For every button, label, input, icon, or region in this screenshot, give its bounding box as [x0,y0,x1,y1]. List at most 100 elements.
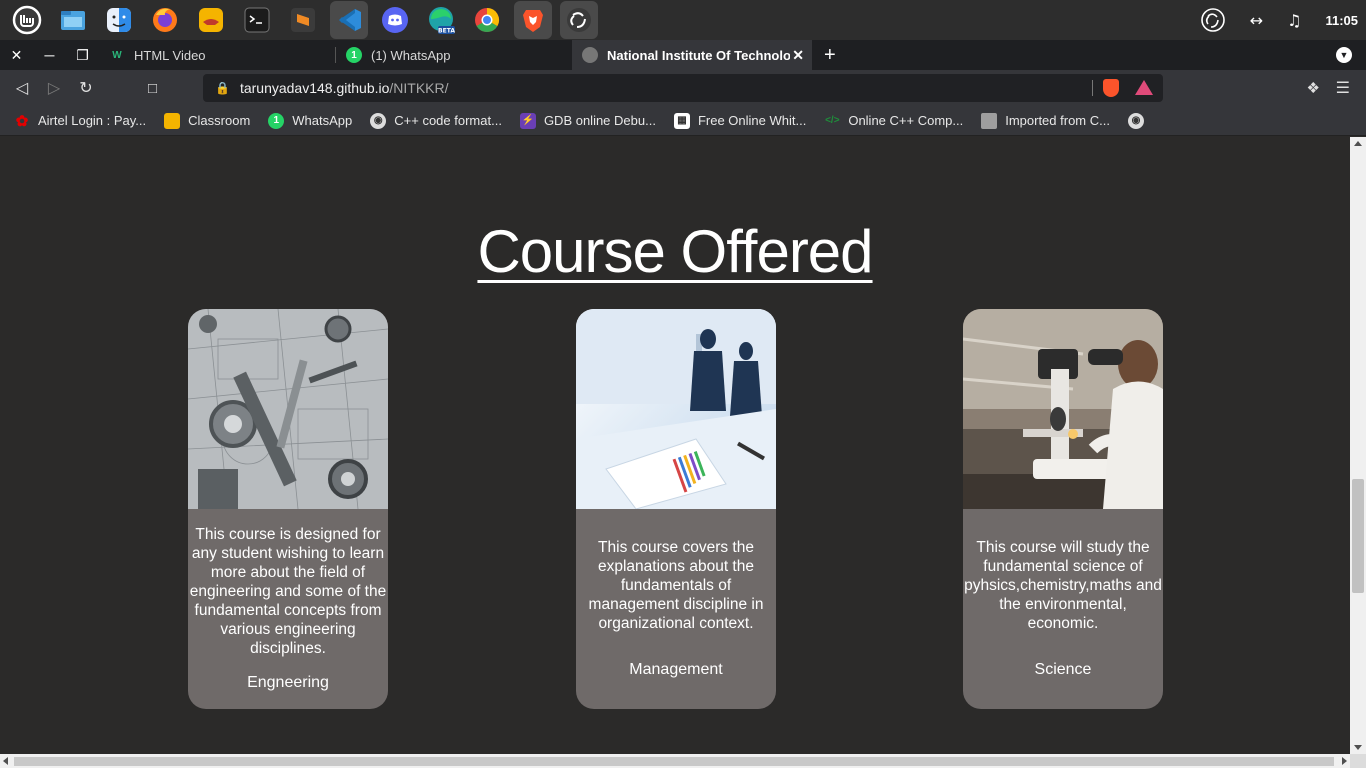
course-card-science[interactable]: This course will study the fundamental s… [963,309,1163,709]
discord-icon [382,7,408,33]
chrome-icon [475,7,500,33]
scroll-left-arrow-icon[interactable] [3,757,8,765]
system-tray: ↔ ♫ 11:05 [1200,0,1366,40]
chrome-launcher[interactable] [468,1,506,39]
course-card-management[interactable]: This course covers the explanations abou… [576,309,776,709]
obs-launcher[interactable] [560,1,598,39]
brave-launcher[interactable] [514,1,552,39]
tab-national-institute[interactable]: National Institute Of Technolo ✕ [572,40,812,70]
horizontal-scrollbar[interactable] [0,754,1350,768]
scrollbar-corner [1350,754,1366,768]
scroll-down-arrow-icon[interactable] [1354,745,1362,750]
finder-launcher[interactable] [100,1,138,39]
folder-icon [981,112,998,129]
reload-button[interactable]: ↻ [70,78,102,98]
tab-title: National Institute Of Technolo [607,47,790,63]
brave-rewards-icon[interactable] [1135,80,1153,95]
files-launcher[interactable] [54,1,92,39]
page-viewport: Course Offered This course is designed f… [0,137,1350,754]
minimize-window-icon[interactable]: ─ [33,47,66,63]
close-tab-icon[interactable]: ✕ [792,47,804,64]
restore-window-icon[interactable]: ❐ [66,47,99,64]
vscode-launcher[interactable] [330,1,368,39]
edge-beta-launcher[interactable]: BETA [422,1,460,39]
course-name: Engneering [247,674,329,691]
bookmark-page-icon[interactable]: □ [148,80,157,97]
bookmark-label: Classroom [188,113,251,128]
bookmark-cpp-formatter[interactable]: ◉ C++ code format... [370,112,502,129]
tab-whatsapp[interactable]: 1 (1) WhatsApp [336,40,572,70]
new-tab-button[interactable]: + [824,44,836,67]
sublime-launcher[interactable] [284,1,322,39]
brave-icon [523,10,543,32]
url-host: tarunyadav148.github.io [239,80,390,96]
globe-icon: ◉ [1127,112,1144,129]
code-icon: </> [825,115,840,126]
omnibox-divider [1092,80,1093,96]
business-meeting-image [576,309,776,509]
forward-button[interactable]: ▷ [38,78,70,98]
url-path: /NITKKR/ [389,80,449,96]
bookmark-whatsapp[interactable]: 1 WhatsApp [268,112,353,129]
bookmark-whiteboard[interactable]: ▦ Free Online Whit... [673,112,807,129]
folder-icon [61,11,85,30]
firefox-icon [153,8,177,32]
bookmark-label: GDB online Debu... [543,113,656,128]
firefox-launcher[interactable] [146,1,184,39]
classroom-icon [164,112,181,129]
horizontal-scroll-thumb[interactable] [14,757,1334,766]
close-window-icon[interactable]: ✕ [0,47,33,64]
network-icon[interactable]: ↔ [1250,11,1263,30]
lamp-icon [199,8,223,32]
browser-menu-icon[interactable]: ☰ [1336,78,1350,98]
bookmark-label: WhatsApp [292,113,353,128]
course-card-engineering[interactable]: This course is designed for any student … [188,309,388,709]
gdb-lightning-icon: ⚡ [519,112,536,129]
obs-tray-icon[interactable] [1200,7,1226,33]
clock[interactable]: 11:05 [1325,13,1358,28]
bookmark-imported-folder[interactable]: Imported from C... [981,112,1110,129]
os-taskbar: BETA ↔ ♫ 11:05 [0,0,1366,40]
scroll-right-arrow-icon[interactable] [1342,757,1347,765]
svg-text:BETA: BETA [438,28,455,35]
bookmark-globe[interactable]: ◉ [1127,112,1152,129]
browser-tab-strip: ✕ ─ ❐ W HTML Video 1 (1) WhatsApp Nation… [0,40,1366,70]
bookmark-label: Airtel Login : Pay... [38,113,147,128]
genie-launcher[interactable] [192,1,230,39]
bookmark-label: C++ code format... [394,113,502,128]
tab-search-chevron-icon[interactable]: ▼ [1336,47,1352,63]
edge-beta-icon: BETA [429,7,455,35]
vscode-icon [339,9,361,31]
bookmark-label: Free Online Whit... [697,113,807,128]
bookmark-classroom[interactable]: Classroom [164,112,251,129]
sound-icon[interactable]: ♫ [1287,11,1301,30]
vertical-scroll-thumb[interactable] [1352,479,1364,593]
course-description: This course will study the fundamental s… [964,539,1162,632]
tab-title: HTML Video [134,47,206,63]
bookmark-online-cpp[interactable]: </> Online C++ Comp... [824,113,963,129]
mint-menu-button[interactable] [8,1,46,39]
address-bar[interactable]: 🔒 tarunyadav148.github.io /NITKKR/ [203,74,1163,102]
engineering-tools-image [188,309,388,509]
w3schools-favicon-icon: W [112,49,122,61]
bookmark-label: Imported from C... [1005,113,1110,128]
course-name: Management [629,661,723,678]
mint-menu-icon [12,5,42,35]
vertical-scrollbar[interactable] [1350,137,1366,754]
bookmark-label: Online C++ Comp... [848,113,964,128]
extensions-puzzle-icon[interactable]: ❖ [1307,79,1320,97]
scroll-up-arrow-icon[interactable] [1354,141,1362,146]
terminal-icon [244,7,270,33]
bookmark-airtel[interactable]: ✿ Airtel Login : Pay... [14,113,147,130]
lock-icon[interactable]: 🔒 [215,81,230,95]
terminal-launcher[interactable] [238,1,276,39]
obs-icon [567,8,591,32]
tab-html-video[interactable]: W HTML Video [99,40,335,70]
whatsapp-icon: 1 [268,112,285,129]
back-button[interactable]: ◁ [6,78,38,98]
bookmarks-bar: ✿ Airtel Login : Pay... Classroom 1 What… [0,106,1366,136]
course-description: This course is designed for any student … [189,526,387,657]
discord-launcher[interactable] [376,1,414,39]
bookmark-gdb-online[interactable]: ⚡ GDB online Debu... [519,112,656,129]
brave-shields-icon[interactable] [1103,79,1119,97]
